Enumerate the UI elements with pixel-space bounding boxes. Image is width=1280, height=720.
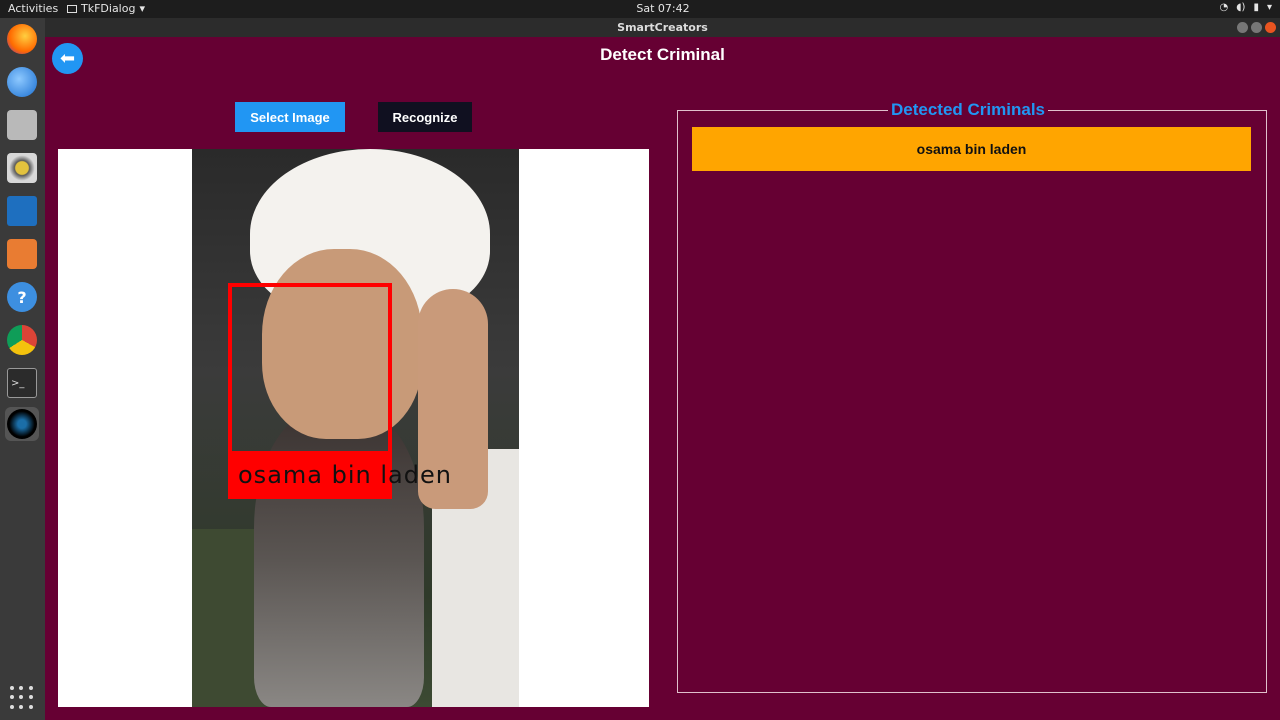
writer-icon[interactable] <box>5 194 39 228</box>
help-icon[interactable]: ? <box>5 280 39 314</box>
suspect-photo: osama bin laden <box>192 149 519 707</box>
page-title: Detect Criminal <box>600 45 725 64</box>
system-top-bar: Activities TkFDialog ▾ Sat 07:42 ◔ ◖) ▮ … <box>0 0 1280 18</box>
minimize-icon[interactable] <box>1237 22 1248 33</box>
image-preview: osama bin laden <box>58 149 649 707</box>
system-tray[interactable]: ◔ ◖) ▮ ▾ <box>1220 2 1272 13</box>
clock[interactable]: Sat 07:42 <box>0 2 1280 15</box>
recognize-button[interactable]: Recognize <box>378 102 472 132</box>
select-image-button[interactable]: Select Image <box>235 102 345 132</box>
dock: ? >_ <box>0 18 45 720</box>
window-title: SmartCreators <box>617 21 708 34</box>
chrome-icon[interactable] <box>5 323 39 357</box>
rhythmbox-icon[interactable] <box>5 151 39 185</box>
show-applications-icon[interactable] <box>10 686 34 710</box>
maximize-icon[interactable] <box>1251 22 1262 33</box>
face-label: osama bin laden <box>238 461 452 489</box>
terminal-icon[interactable]: >_ <box>5 366 39 400</box>
smartcreators-icon[interactable] <box>5 407 39 441</box>
result-item[interactable]: osama bin laden <box>692 127 1251 171</box>
detected-criminals-frame <box>677 110 1267 693</box>
chevron-down-icon: ▾ <box>1266 2 1272 13</box>
files-icon[interactable] <box>5 108 39 142</box>
battery-icon: ▮ <box>1253 2 1259 13</box>
wifi-icon: ◔ <box>1219 2 1229 13</box>
detected-criminals-legend: Detected Criminals <box>888 100 1048 120</box>
volume-icon: ◖) <box>1236 2 1246 13</box>
software-icon[interactable] <box>5 237 39 271</box>
thunderbird-icon[interactable] <box>5 65 39 99</box>
detect-criminal-window: ⬅ Detect Criminal Select Image Recognize… <box>45 37 1280 720</box>
close-icon[interactable] <box>1265 22 1276 33</box>
window-title-bar[interactable]: SmartCreators <box>45 18 1280 37</box>
firefox-icon[interactable] <box>5 22 39 56</box>
face-detection-box <box>228 283 392 455</box>
